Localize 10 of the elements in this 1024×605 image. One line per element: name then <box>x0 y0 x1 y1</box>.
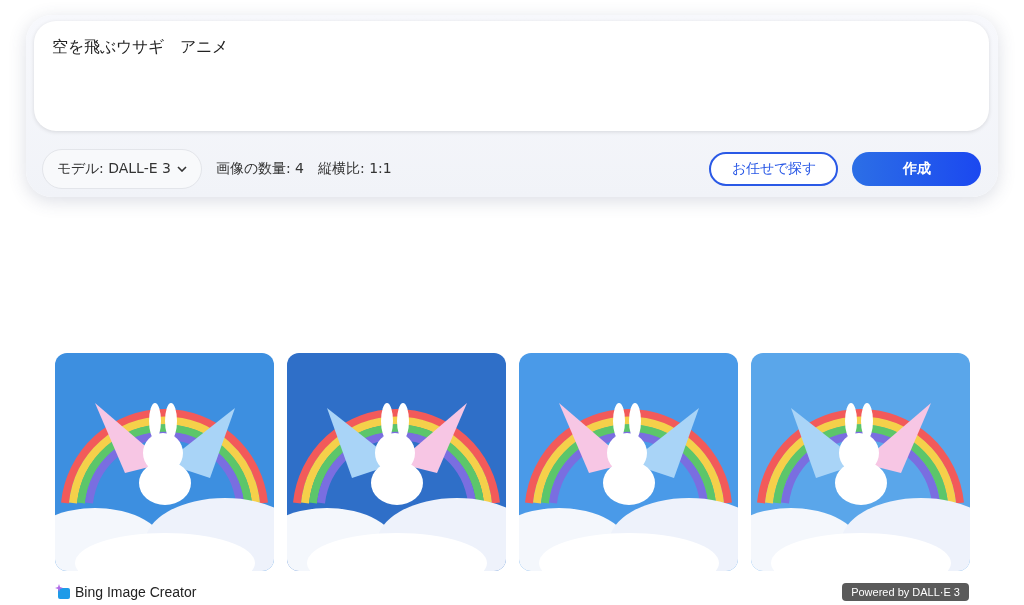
setting-label: 縦横比: 1:1 <box>317 160 392 178</box>
create-button[interactable]: 作成 <box>852 152 981 186</box>
model-dropdown[interactable]: モデル: DALL-E 3 <box>42 149 202 189</box>
brand-name: Bing Image Creator <box>75 584 197 600</box>
chevron-down-icon <box>176 166 187 172</box>
powered-by-badge: Powered by DALL·E 3 <box>842 583 969 601</box>
surprise-button[interactable]: お任せで探す <box>709 152 838 186</box>
prompt-field[interactable]: 空を飛ぶウサギ アニメ <box>34 21 989 131</box>
setting-label: 画像の数量: 4 <box>215 160 304 178</box>
sparkle-image-icon <box>55 584 71 600</box>
